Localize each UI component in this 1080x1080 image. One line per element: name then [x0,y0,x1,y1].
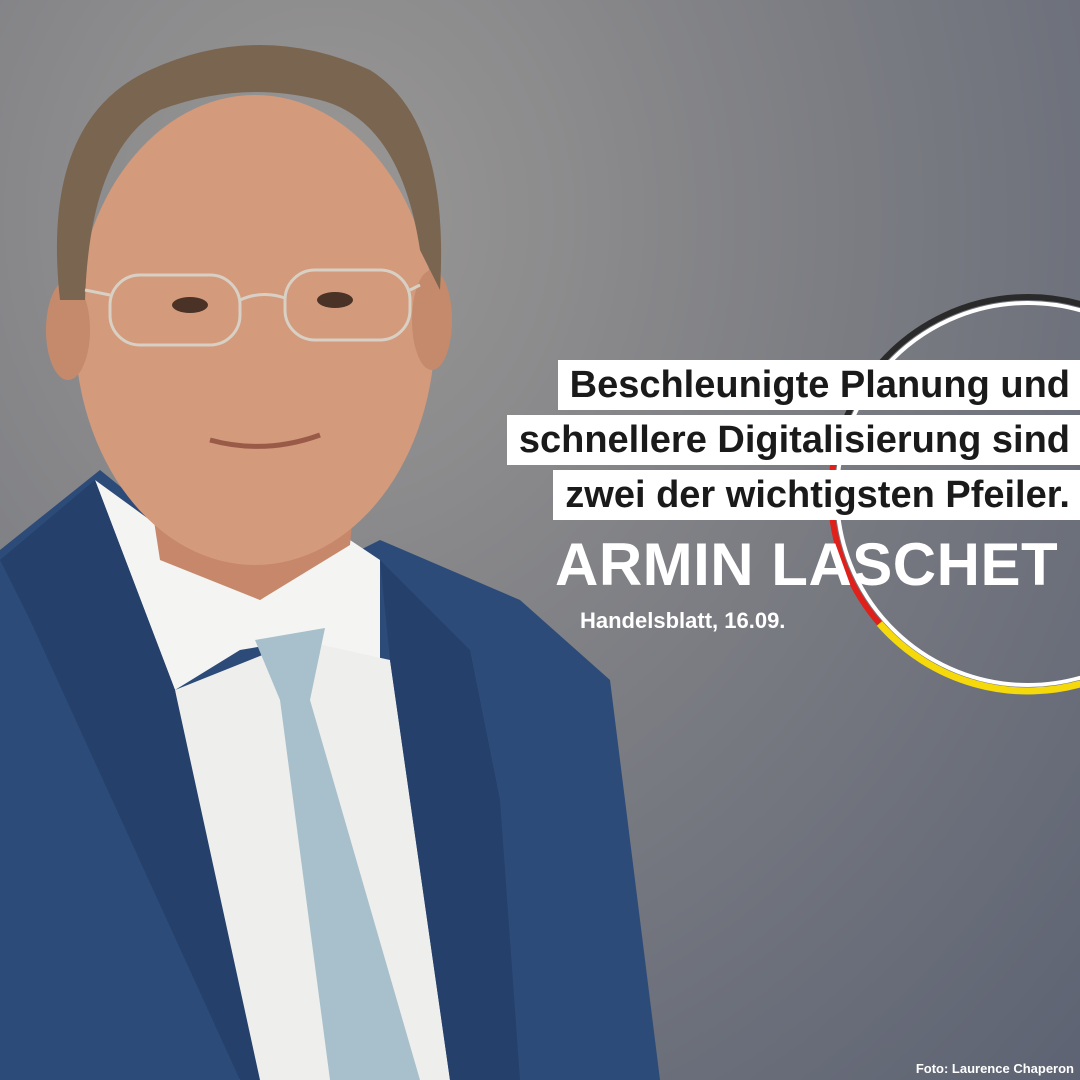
quote-line-1: Beschleunigte Planung und [557,360,1080,410]
quote-line-3: zwei der wichtigsten Pfeiler. [553,470,1080,520]
quote-line-2: schnellere Digitalisierung sind [506,415,1080,465]
speaker-name: ARMIN LASCHET [555,531,1059,598]
quote-source: Handelsblatt, 16.09. [580,608,786,633]
photo-credit: Foto: Laurence Chaperon [915,1061,1074,1076]
